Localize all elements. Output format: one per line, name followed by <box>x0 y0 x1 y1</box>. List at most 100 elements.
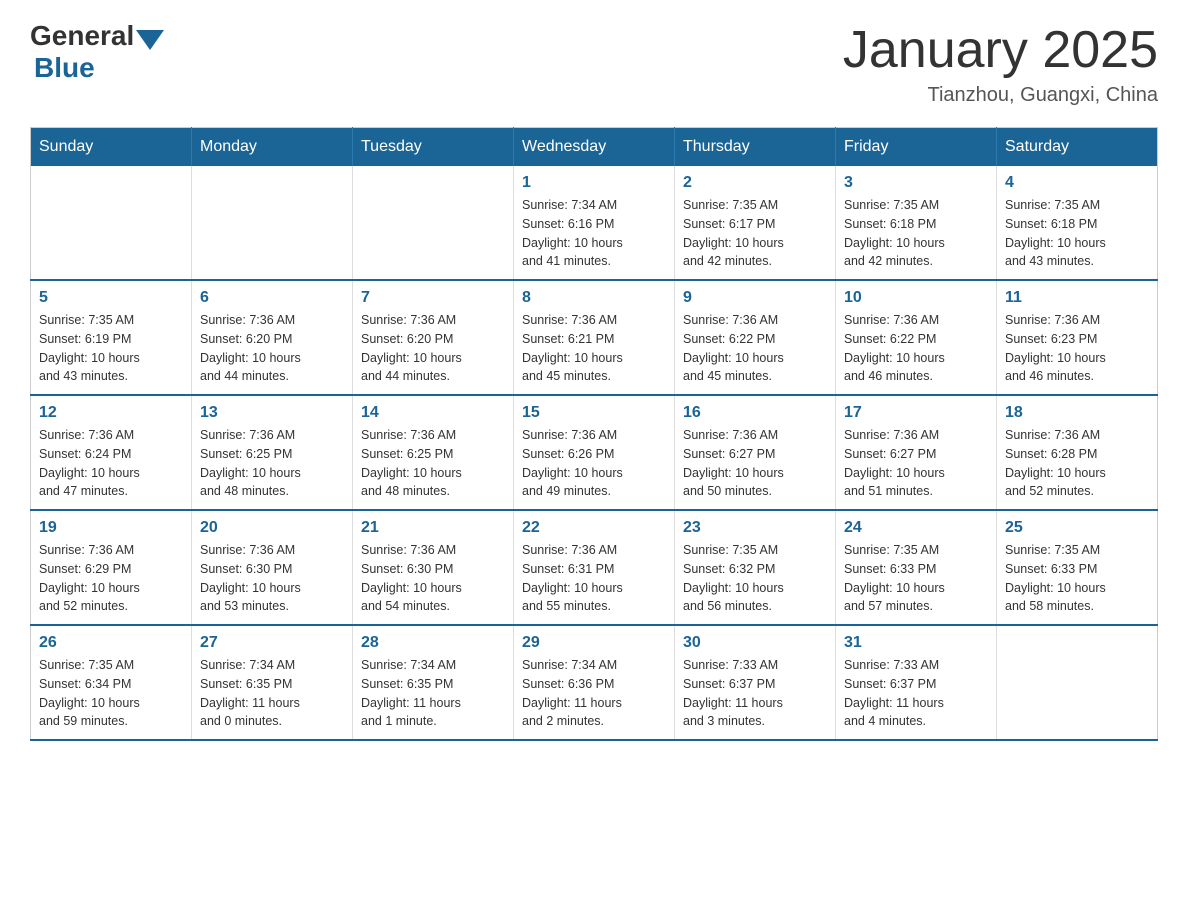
calendar-cell: 18 Sunrise: 7:36 AMSunset: 6:28 PMDayligh… <box>997 395 1158 510</box>
calendar-header-tuesday: Tuesday <box>353 128 514 167</box>
day-number: 8 <box>522 289 666 307</box>
calendar-cell: 6 Sunrise: 7:36 AMSunset: 6:20 PMDaylight… <box>192 280 353 395</box>
day-number: 28 <box>361 634 505 652</box>
calendar-cell: 5 Sunrise: 7:35 AMSunset: 6:19 PMDaylight… <box>31 280 192 395</box>
calendar-week-row: 1 Sunrise: 7:34 AMSunset: 6:16 PMDaylight… <box>31 166 1158 280</box>
calendar-cell <box>192 166 353 280</box>
day-info: Sunrise: 7:35 AMSunset: 6:17 PMDaylight:… <box>683 196 827 271</box>
day-info: Sunrise: 7:36 AMSunset: 6:28 PMDaylight:… <box>1005 426 1149 501</box>
title-section: January 2025 Tianzhou, Guangxi, China <box>843 20 1158 107</box>
day-number: 9 <box>683 289 827 307</box>
calendar-cell: 11 Sunrise: 7:36 AMSunset: 6:23 PMDayligh… <box>997 280 1158 395</box>
day-info: Sunrise: 7:34 AMSunset: 6:35 PMDaylight:… <box>200 656 344 731</box>
day-number: 24 <box>844 519 988 537</box>
day-info: Sunrise: 7:36 AMSunset: 6:22 PMDaylight:… <box>844 311 988 386</box>
day-info: Sunrise: 7:36 AMSunset: 6:30 PMDaylight:… <box>200 541 344 616</box>
day-info: Sunrise: 7:36 AMSunset: 6:30 PMDaylight:… <box>361 541 505 616</box>
day-info: Sunrise: 7:36 AMSunset: 6:20 PMDaylight:… <box>361 311 505 386</box>
day-number: 19 <box>39 519 183 537</box>
day-number: 23 <box>683 519 827 537</box>
calendar-cell: 17 Sunrise: 7:36 AMSunset: 6:27 PMDayligh… <box>836 395 997 510</box>
logo-general-text: General <box>30 20 134 52</box>
day-info: Sunrise: 7:36 AMSunset: 6:29 PMDaylight:… <box>39 541 183 616</box>
day-info: Sunrise: 7:35 AMSunset: 6:18 PMDaylight:… <box>844 196 988 271</box>
calendar-header-sunday: Sunday <box>31 128 192 167</box>
logo: General Blue <box>30 20 166 84</box>
day-number: 29 <box>522 634 666 652</box>
day-info: Sunrise: 7:36 AMSunset: 6:22 PMDaylight:… <box>683 311 827 386</box>
day-info: Sunrise: 7:36 AMSunset: 6:20 PMDaylight:… <box>200 311 344 386</box>
calendar-cell <box>31 166 192 280</box>
day-number: 11 <box>1005 289 1149 307</box>
day-info: Sunrise: 7:36 AMSunset: 6:25 PMDaylight:… <box>200 426 344 501</box>
day-info: Sunrise: 7:35 AMSunset: 6:34 PMDaylight:… <box>39 656 183 731</box>
calendar-table: SundayMondayTuesdayWednesdayThursdayFrid… <box>30 127 1158 741</box>
day-info: Sunrise: 7:36 AMSunset: 6:26 PMDaylight:… <box>522 426 666 501</box>
day-number: 4 <box>1005 174 1149 192</box>
day-info: Sunrise: 7:33 AMSunset: 6:37 PMDaylight:… <box>683 656 827 731</box>
day-number: 13 <box>200 404 344 422</box>
logo-blue-text: Blue <box>34 52 95 84</box>
calendar-cell: 22 Sunrise: 7:36 AMSunset: 6:31 PMDayligh… <box>514 510 675 625</box>
calendar-cell: 29 Sunrise: 7:34 AMSunset: 6:36 PMDayligh… <box>514 625 675 740</box>
calendar-week-row: 5 Sunrise: 7:35 AMSunset: 6:19 PMDaylight… <box>31 280 1158 395</box>
day-info: Sunrise: 7:36 AMSunset: 6:27 PMDaylight:… <box>844 426 988 501</box>
month-title: January 2025 <box>843 20 1158 80</box>
calendar-cell: 24 Sunrise: 7:35 AMSunset: 6:33 PMDayligh… <box>836 510 997 625</box>
day-number: 7 <box>361 289 505 307</box>
calendar-cell: 12 Sunrise: 7:36 AMSunset: 6:24 PMDayligh… <box>31 395 192 510</box>
day-number: 15 <box>522 404 666 422</box>
calendar-cell: 28Sunrise: 7:34 AMSunset: 6:35 PMDayligh… <box>353 625 514 740</box>
calendar-header-thursday: Thursday <box>675 128 836 167</box>
day-info: Sunrise: 7:36 AMSunset: 6:23 PMDaylight:… <box>1005 311 1149 386</box>
calendar-cell: 9 Sunrise: 7:36 AMSunset: 6:22 PMDaylight… <box>675 280 836 395</box>
day-number: 5 <box>39 289 183 307</box>
calendar-cell <box>353 166 514 280</box>
location: Tianzhou, Guangxi, China <box>843 84 1158 107</box>
calendar-week-row: 12 Sunrise: 7:36 AMSunset: 6:24 PMDayligh… <box>31 395 1158 510</box>
calendar-header-saturday: Saturday <box>997 128 1158 167</box>
day-info: Sunrise: 7:33 AMSunset: 6:37 PMDaylight:… <box>844 656 988 731</box>
day-number: 20 <box>200 519 344 537</box>
calendar-cell: 26Sunrise: 7:35 AMSunset: 6:34 PMDayligh… <box>31 625 192 740</box>
day-number: 10 <box>844 289 988 307</box>
calendar-cell: 23 Sunrise: 7:35 AMSunset: 6:32 PMDayligh… <box>675 510 836 625</box>
calendar-cell: 7 Sunrise: 7:36 AMSunset: 6:20 PMDaylight… <box>353 280 514 395</box>
calendar-cell: 21 Sunrise: 7:36 AMSunset: 6:30 PMDayligh… <box>353 510 514 625</box>
calendar-cell: 3Sunrise: 7:35 AMSunset: 6:18 PMDaylight… <box>836 166 997 280</box>
day-info: Sunrise: 7:34 AMSunset: 6:36 PMDaylight:… <box>522 656 666 731</box>
calendar-cell: 14 Sunrise: 7:36 AMSunset: 6:25 PMDayligh… <box>353 395 514 510</box>
calendar-cell: 20 Sunrise: 7:36 AMSunset: 6:30 PMDayligh… <box>192 510 353 625</box>
day-number: 14 <box>361 404 505 422</box>
day-info: Sunrise: 7:35 AMSunset: 6:32 PMDaylight:… <box>683 541 827 616</box>
page-header: General Blue January 2025 Tianzhou, Guan… <box>30 20 1158 107</box>
day-number: 1 <box>522 174 666 192</box>
day-number: 21 <box>361 519 505 537</box>
day-number: 16 <box>683 404 827 422</box>
day-info: Sunrise: 7:35 AMSunset: 6:19 PMDaylight:… <box>39 311 183 386</box>
day-info: Sunrise: 7:34 AMSunset: 6:16 PMDaylight:… <box>522 196 666 271</box>
day-number: 18 <box>1005 404 1149 422</box>
calendar-cell: 8Sunrise: 7:36 AMSunset: 6:21 PMDaylight… <box>514 280 675 395</box>
day-number: 22 <box>522 519 666 537</box>
calendar-cell: 2Sunrise: 7:35 AMSunset: 6:17 PMDaylight… <box>675 166 836 280</box>
day-number: 25 <box>1005 519 1149 537</box>
day-number: 17 <box>844 404 988 422</box>
calendar-cell: 4Sunrise: 7:35 AMSunset: 6:18 PMDaylight… <box>997 166 1158 280</box>
calendar-cell: 13 Sunrise: 7:36 AMSunset: 6:25 PMDayligh… <box>192 395 353 510</box>
calendar-header-row: SundayMondayTuesdayWednesdayThursdayFrid… <box>31 128 1158 167</box>
day-number: 30 <box>683 634 827 652</box>
day-info: Sunrise: 7:36 AMSunset: 6:24 PMDaylight:… <box>39 426 183 501</box>
calendar-cell: 25Sunrise: 7:35 AMSunset: 6:33 PMDayligh… <box>997 510 1158 625</box>
day-number: 27 <box>200 634 344 652</box>
day-info: Sunrise: 7:36 AMSunset: 6:31 PMDaylight:… <box>522 541 666 616</box>
day-info: Sunrise: 7:35 AMSunset: 6:33 PMDaylight:… <box>844 541 988 616</box>
calendar-header-monday: Monday <box>192 128 353 167</box>
calendar-week-row: 26Sunrise: 7:35 AMSunset: 6:34 PMDayligh… <box>31 625 1158 740</box>
calendar-header-friday: Friday <box>836 128 997 167</box>
day-number: 12 <box>39 404 183 422</box>
day-info: Sunrise: 7:36 AMSunset: 6:25 PMDaylight:… <box>361 426 505 501</box>
day-number: 6 <box>200 289 344 307</box>
calendar-week-row: 19 Sunrise: 7:36 AMSunset: 6:29 PMDayligh… <box>31 510 1158 625</box>
calendar-cell: 15 Sunrise: 7:36 AMSunset: 6:26 PMDayligh… <box>514 395 675 510</box>
